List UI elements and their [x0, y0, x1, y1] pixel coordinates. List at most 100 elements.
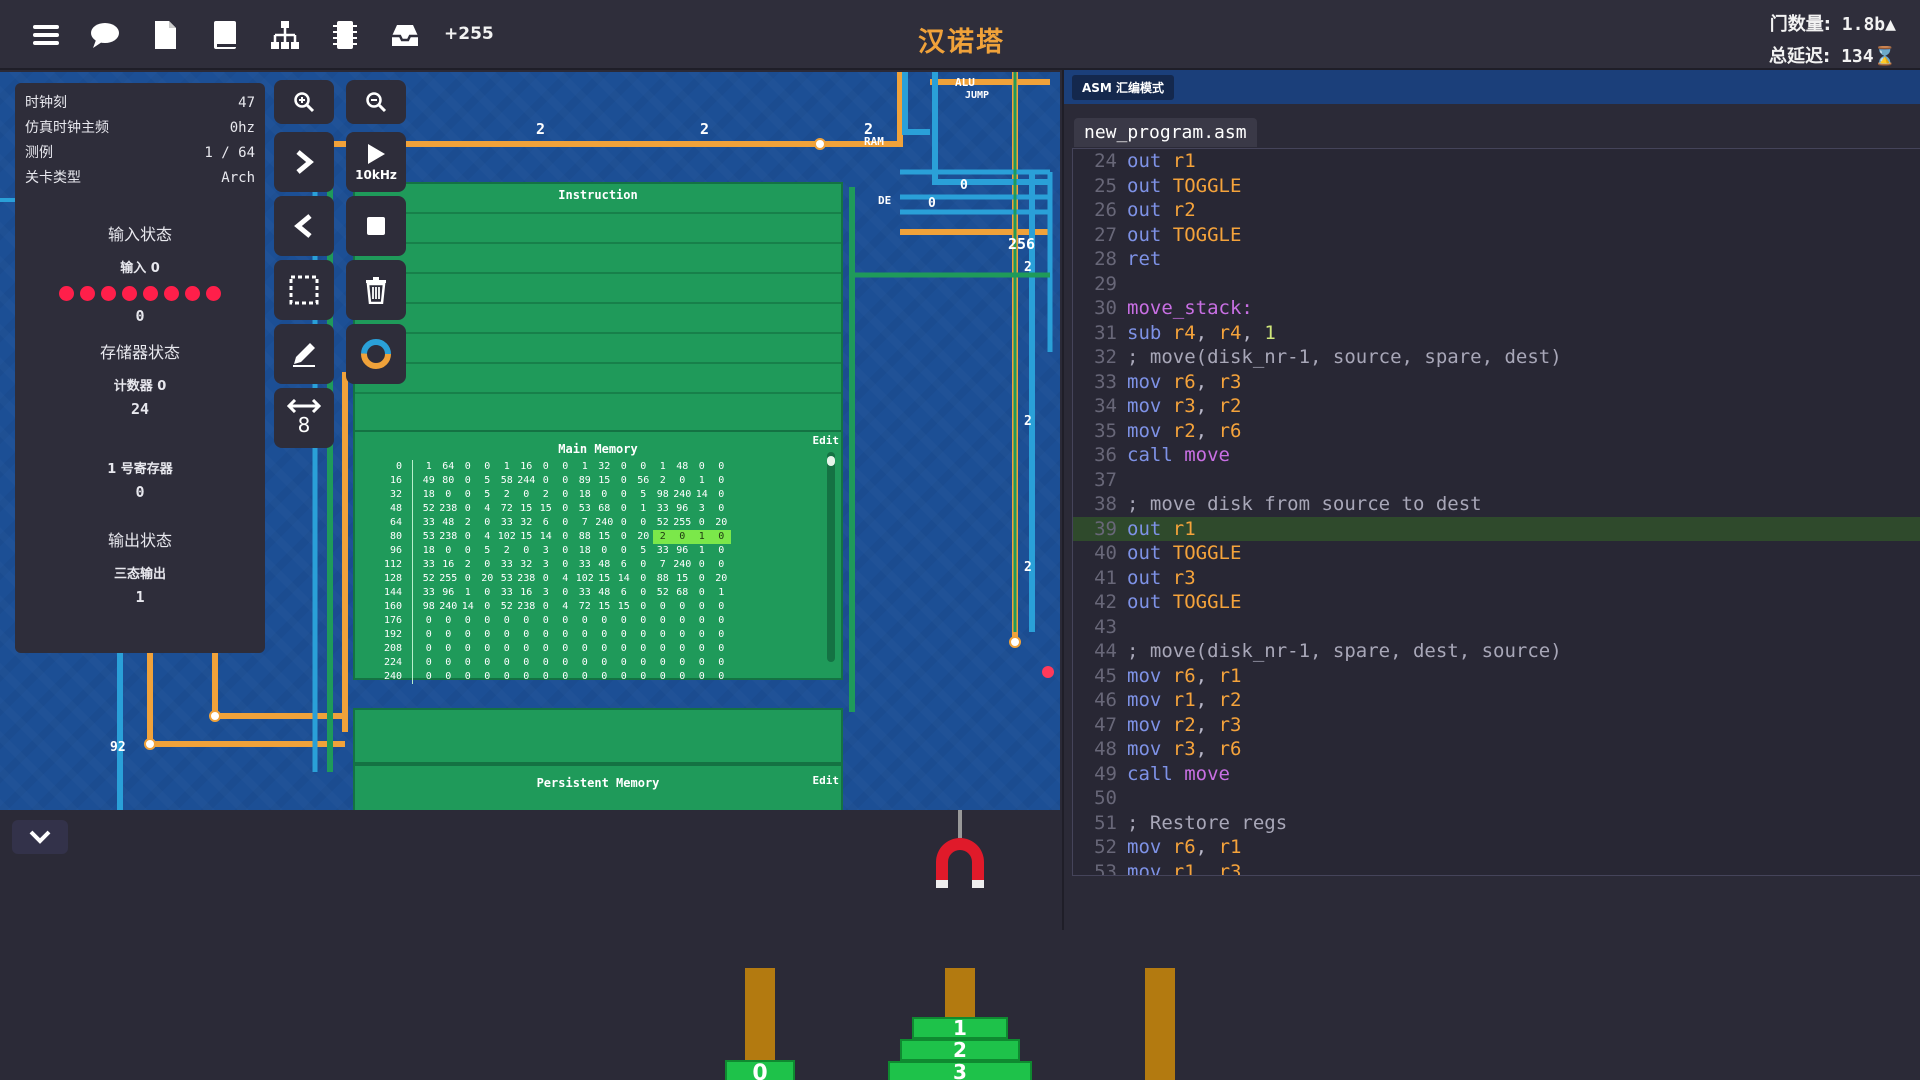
component-icon[interactable]: [328, 18, 362, 52]
play-icon: [368, 144, 385, 164]
color-button[interactable]: [346, 324, 406, 384]
code-line[interactable]: 45 mov r6, r1: [1073, 664, 1920, 689]
memory-cell: 1: [692, 530, 712, 544]
memory-cell: 2: [653, 530, 673, 544]
memory-cell: 0: [620, 671, 627, 682]
code-line[interactable]: 33 mov r6, r3: [1073, 370, 1920, 395]
info-label: 测例: [25, 145, 53, 161]
code-token: call: [1127, 762, 1173, 785]
persistent-memory-edit-button[interactable]: Edit: [813, 774, 840, 787]
code-token: out: [1127, 223, 1162, 246]
code-line[interactable]: 38 ; move disk from source to dest: [1073, 492, 1920, 517]
memory-cell: 14: [617, 573, 630, 584]
instruction-component[interactable]: Instruction: [353, 182, 843, 432]
register-component[interactable]: [353, 708, 843, 764]
code-line[interactable]: 34 mov r3, r2: [1073, 394, 1920, 419]
memory-cell: 4: [484, 503, 491, 514]
memory-scrollbar[interactable]: [827, 452, 835, 662]
main-memory-edit-button[interactable]: Edit: [813, 434, 840, 447]
circuit-canvas[interactable]: 2 2 2 256 2 2 2 0 0 92 RAM ALU JUMP DE I…: [0, 72, 1060, 810]
memory-cell: 33: [422, 587, 435, 598]
memory-cell: 0: [425, 615, 432, 626]
code-token: mov: [1127, 713, 1162, 736]
asm-mode-tab[interactable]: ASM 汇编模式: [1072, 74, 1175, 100]
memory-cell: 0: [672, 530, 692, 544]
memory-row: 128 52 255 0 20 53 238 0 4 102 15 14 0 88 15 0 20: [363, 572, 813, 586]
code-token: ,: [1195, 664, 1219, 687]
step-forward-button[interactable]: [274, 132, 334, 192]
code-line[interactable]: 31 sub r4, r4, 1: [1073, 321, 1920, 346]
memory-cell: 0: [464, 573, 471, 584]
menu-icon[interactable]: [30, 18, 64, 52]
info-row-tick: 时钟刻 47: [15, 91, 265, 116]
code-line[interactable]: 47 mov r2, r3: [1073, 713, 1920, 738]
memory-cell: 0: [581, 615, 588, 626]
code-line[interactable]: 50: [1073, 786, 1920, 811]
info-value: 1 / 64: [204, 145, 255, 161]
code-line[interactable]: 42 out TOGGLE: [1073, 590, 1920, 615]
code-line[interactable]: 53 mov r1, r3: [1073, 860, 1920, 876]
file-icon[interactable]: [148, 18, 182, 52]
code-token: move: [1184, 444, 1230, 466]
inbox-icon[interactable]: [388, 18, 422, 52]
stop-button[interactable]: [346, 196, 406, 256]
code-line[interactable]: 35 mov r2, r6: [1073, 419, 1920, 444]
code-line[interactable]: 36 call move: [1073, 443, 1920, 468]
file-tab[interactable]: new_program.asm: [1074, 118, 1257, 147]
code-line[interactable]: 46 mov r1, r2: [1073, 688, 1920, 713]
delete-button[interactable]: [346, 260, 406, 320]
pencil-button[interactable]: [274, 324, 334, 384]
memory-cell: 0: [698, 461, 705, 472]
code-line[interactable]: 52 mov r6, r1: [1073, 835, 1920, 860]
instruction-slot: [355, 272, 841, 274]
memory-cell: 0: [425, 629, 432, 640]
code-line[interactable]: 29: [1073, 272, 1920, 297]
line-number: 40: [1094, 542, 1117, 564]
code-token: TOGGLE: [1172, 223, 1242, 246]
code-line[interactable]: 51 ; Restore regs: [1073, 811, 1920, 836]
code-line[interactable]: 48 mov r3, r6: [1073, 737, 1920, 762]
code-text: mov r6, r1: [1127, 664, 1241, 689]
extra-components-count[interactable]: +255: [444, 24, 494, 44]
led: [206, 286, 221, 301]
code-line[interactable]: 40 out TOGGLE: [1073, 541, 1920, 566]
memory-cell: 0: [484, 629, 491, 640]
memory-cell: 15: [598, 531, 611, 542]
code-line[interactable]: 41 out r3: [1073, 566, 1920, 591]
code-line[interactable]: 28 ret: [1073, 247, 1920, 272]
code-line[interactable]: 30 move_stack:: [1073, 296, 1920, 321]
main-memory-component[interactable]: Main Memory Edit 0 1 64 0 0 1 16 0 0 1 32 0 0 1 48 0 0 16…: [353, 430, 843, 684]
instruction-slot: [355, 392, 841, 394]
memory-cell: 0: [562, 671, 569, 682]
memory-address: 32: [363, 488, 413, 502]
book-icon[interactable]: [208, 18, 242, 52]
memory-cell: 14: [461, 601, 474, 612]
persistent-memory-component[interactable]: Persistent Memory Edit: [353, 764, 843, 810]
code-line[interactable]: 25 out TOGGLE: [1073, 174, 1920, 199]
zoom-in-button[interactable]: [274, 80, 334, 124]
memory-cell: 0: [562, 629, 569, 640]
chat-icon[interactable]: [88, 18, 122, 52]
step-back-button[interactable]: [274, 196, 334, 256]
code-token: r4: [1172, 321, 1196, 344]
collapse-button[interactable]: [12, 820, 68, 854]
code-line[interactable]: 43: [1073, 615, 1920, 640]
memory-cell: 33: [500, 517, 513, 528]
hierarchy-icon[interactable]: [268, 18, 302, 52]
code-line[interactable]: 49 call move: [1073, 762, 1920, 787]
code-line[interactable]: 44 ; move(disk_nr-1, spare, dest, source): [1073, 639, 1920, 664]
memory-address: 16: [363, 474, 413, 488]
select-button[interactable]: [274, 260, 334, 320]
code-line[interactable]: 32 ; move(disk_nr-1, source, spare, dest): [1073, 345, 1920, 370]
play-button[interactable]: 10kHz: [346, 132, 406, 192]
memory-cell: 89: [578, 475, 591, 486]
code-editor[interactable]: 24 out r1 25 out TOGGLE 26 out r2 27 out TOGGLE…: [1072, 148, 1920, 876]
code-line[interactable]: 39 out r1: [1073, 516, 1920, 541]
code-line[interactable]: 37: [1073, 468, 1920, 493]
line-number: 39: [1094, 517, 1117, 540]
zoom-out-button[interactable]: [346, 80, 406, 124]
code-line[interactable]: 24 out r1: [1073, 149, 1920, 174]
wire-width-button[interactable]: 8: [274, 388, 334, 448]
code-line[interactable]: 27 out TOGGLE: [1073, 223, 1920, 248]
code-line[interactable]: 26 out r2: [1073, 198, 1920, 223]
